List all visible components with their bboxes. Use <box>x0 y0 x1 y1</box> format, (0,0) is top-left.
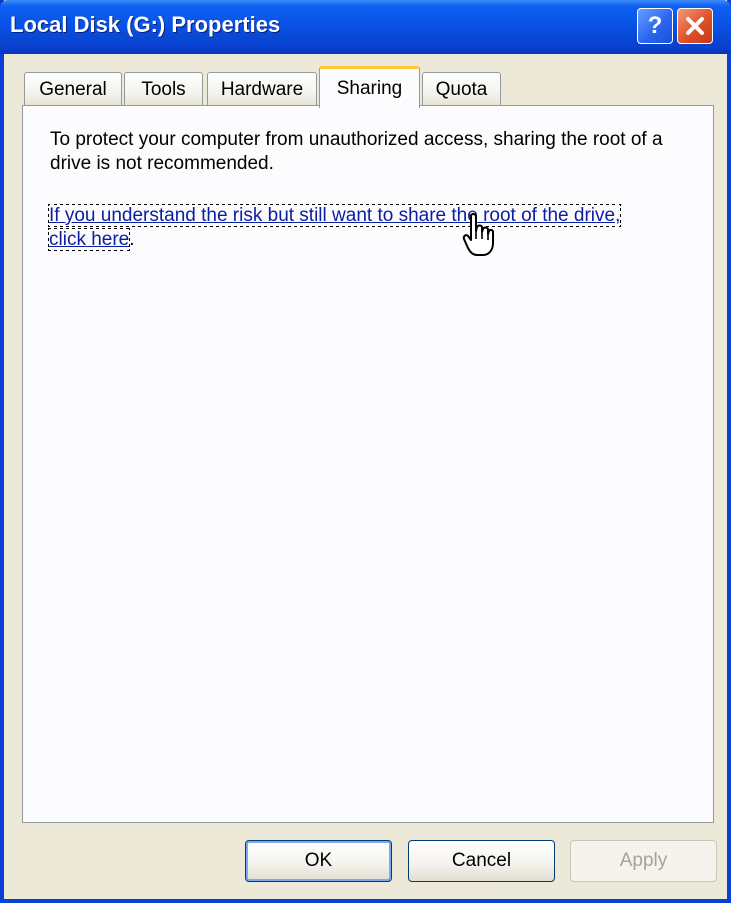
tab-quota[interactable]: Quota <box>422 72 501 106</box>
close-x-icon <box>686 17 704 35</box>
cancel-button[interactable]: Cancel <box>408 840 555 882</box>
tab-general[interactable]: General <box>24 72 122 106</box>
tab-hardware[interactable]: Hardware <box>207 72 317 106</box>
security-warning-text: To protect your computer from unauthoriz… <box>50 129 663 174</box>
window-title: Local Disk (G:) Properties <box>10 12 281 37</box>
hand-cursor-icon <box>462 212 494 256</box>
properties-dialog: Local Disk (G:) Properties ? General Too… <box>0 0 731 903</box>
tab-tools[interactable]: Tools <box>124 72 203 106</box>
tab-quota-label: Quota <box>435 78 488 100</box>
tab-sharing-label: Sharing <box>336 77 403 99</box>
share-root-link[interactable]: If you understand the risk but still wan… <box>47 204 622 251</box>
sharing-tab-panel: To protect your computer from unauthoriz… <box>22 105 714 823</box>
title-bar[interactable]: Local Disk (G:) Properties ? <box>0 0 731 54</box>
apply-button[interactable]: Apply <box>570 840 717 882</box>
share-link-paragraph: If you understand the risk but still wan… <box>47 204 649 252</box>
help-button[interactable]: ? <box>637 8 673 44</box>
question-mark-icon: ? <box>647 12 663 39</box>
tab-general-label: General <box>39 78 107 100</box>
tab-tools-label: Tools <box>141 78 186 100</box>
link-period: . <box>129 229 135 250</box>
tab-sharing[interactable]: Sharing <box>319 66 420 108</box>
close-button[interactable] <box>677 8 713 44</box>
ok-button[interactable]: OK <box>245 840 392 882</box>
tab-hardware-label: Hardware <box>220 78 304 100</box>
